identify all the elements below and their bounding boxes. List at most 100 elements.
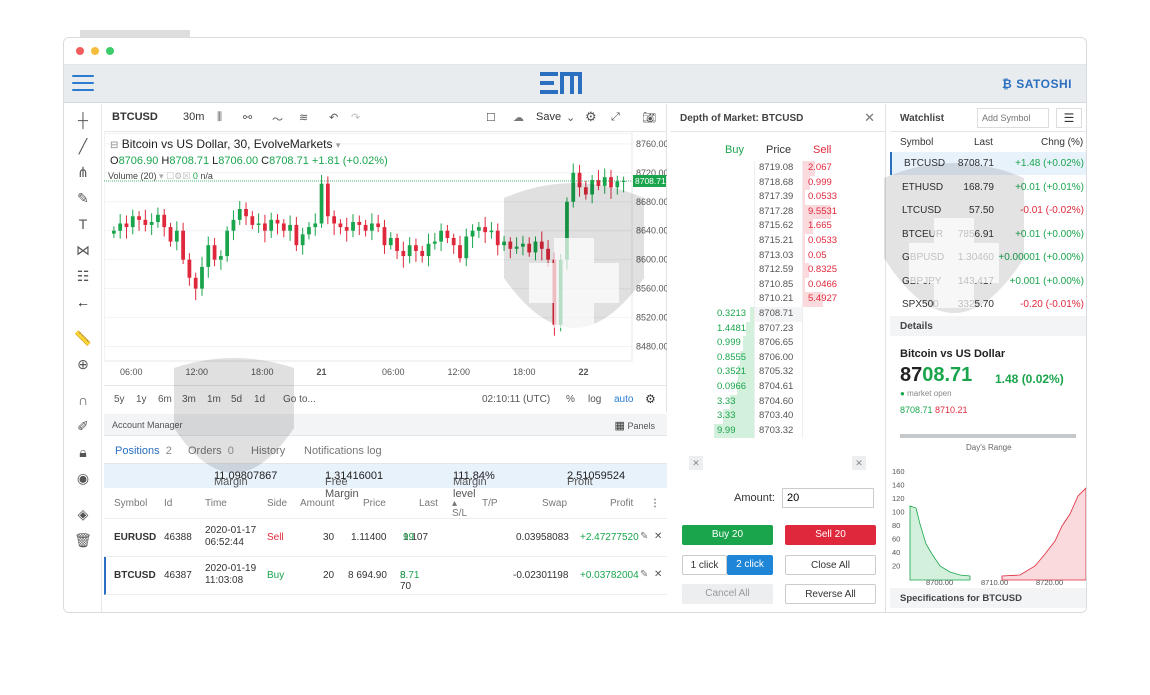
watchlist-item[interactable]: SPX500 3325.70 -0.20 (-0.01%) — [890, 293, 1086, 316]
dom-buy-row[interactable]: 8703.32 9.99 — [670, 423, 886, 439]
watchlist-item[interactable]: ETHUSD 168.79 +0.01 (+0.01%) — [890, 176, 1086, 199]
trash-icon[interactable]: 🗑︎ — [73, 530, 93, 550]
layers-icon[interactable]: ◈ — [73, 504, 93, 524]
fullscreen-square-icon[interactable]: ☐ — [486, 111, 496, 124]
dom-sell-row[interactable]: 8710.21 5.4927 — [670, 292, 886, 307]
table-row[interactable]: EURUSD 46388 2020-01-17 06:52:44 Sell 30… — [104, 519, 667, 557]
interval-selector[interactable]: 30m — [183, 111, 204, 123]
dom-sell-row[interactable]: 8717.39 0.0533 — [670, 190, 886, 205]
collapse-icon[interactable]: ⊟ — [110, 140, 118, 151]
dom-buy-row[interactable]: 8703.40 3.33 — [670, 409, 886, 424]
menu-icon[interactable] — [72, 75, 94, 93]
dom-sell-row[interactable]: 8719.08 2.067 — [670, 161, 886, 176]
brush-icon[interactable]: ✎ — [73, 188, 93, 208]
table-row[interactable]: BTCUSD 46387 2020-01-19 11:03:08 Buy 20 … — [104, 557, 667, 595]
dom-buy-row[interactable]: 8708.71 0.3213 — [670, 307, 886, 322]
symbol-selector[interactable]: BTCUSD — [112, 111, 158, 123]
add-symbol-input[interactable] — [977, 108, 1049, 128]
tab-positions[interactable]: Positions 2 — [115, 445, 172, 466]
maximize-window-dot[interactable] — [106, 47, 114, 55]
percent-toggle[interactable]: % — [566, 394, 575, 405]
close-all-button[interactable]: Close All — [785, 555, 876, 575]
indicators-icon[interactable]: ≋ — [299, 111, 308, 124]
reverse-all-button[interactable]: Reverse All — [785, 584, 876, 604]
dom-sell-row[interactable]: 8717.28 9.5531 — [670, 204, 886, 220]
amount-input[interactable] — [782, 488, 874, 508]
undo-icon[interactable]: ↶ — [329, 111, 338, 124]
lock-icon[interactable]: 🔒︎ — [73, 442, 93, 462]
panels-button[interactable]: ▦ Panels — [615, 419, 655, 432]
close-window-dot[interactable] — [76, 47, 84, 55]
redo-icon[interactable]: ↷ — [351, 111, 360, 124]
dom-buy-row[interactable]: 8705.32 0.3521 — [670, 365, 886, 380]
ruler-icon[interactable]: 📏 — [73, 328, 93, 348]
watchlist-item[interactable]: BTCUSD 8708.71 +1.48 (+0.02%) — [890, 152, 1086, 175]
clear-sells-icon[interactable]: ✕ — [852, 456, 866, 470]
edit-icon[interactable]: ✎ — [640, 531, 648, 542]
close-icon[interactable]: ✕ — [654, 531, 662, 542]
chart-canvas[interactable]: 8760.00 8720.00 8680.00 8640.00 8600.00 8560.… — [103, 132, 669, 385]
clear-buys-icon[interactable]: ✕ — [689, 456, 703, 470]
more-options-icon[interactable]: ⋮ — [650, 498, 660, 509]
dom-sell-row[interactable]: 8713.03 0.05 — [670, 248, 886, 264]
pitchfork-icon[interactable]: ⋔ — [73, 162, 93, 182]
save-button[interactable]: Save — [536, 111, 561, 123]
watchlist-item[interactable]: GBPJPY 143.417 +0.001 (+0.00%) — [890, 270, 1086, 293]
trend-line-icon[interactable]: ╱ — [73, 136, 93, 156]
text-icon[interactable]: T — [73, 214, 93, 234]
eye-icon[interactable]: ◉ — [73, 468, 93, 488]
range-1m[interactable]: 1m — [207, 394, 221, 405]
auto-toggle[interactable]: auto — [614, 394, 633, 405]
dom-buy-row[interactable]: 8704.61 0.0966 — [670, 380, 886, 395]
expand-icon[interactable]: ⤢ — [611, 111, 620, 124]
magnet-icon[interactable]: ∩ — [73, 390, 93, 410]
range-1d[interactable]: 1d — [254, 394, 265, 405]
dom-sell-row[interactable]: 8710.85 0.0466 — [670, 277, 886, 293]
compare-icon[interactable]: ⚯ — [243, 111, 252, 124]
legend-chevron-icon[interactable]: ▾ — [336, 140, 341, 150]
range-3m[interactable]: 3m — [182, 394, 196, 405]
chevron-down-icon[interactable]: ⌄ — [566, 111, 575, 124]
tab-orders[interactable]: Orders 0 — [188, 445, 234, 457]
sell-button[interactable]: Sell 20 — [785, 525, 876, 545]
footer-gear-icon[interactable]: ⚙ — [645, 392, 656, 406]
gear-icon[interactable]: ⚙ — [585, 109, 597, 125]
one-click-toggle[interactable]: 1 click — [682, 555, 727, 575]
dom-buy-row[interactable]: 8704.60 3.33 — [670, 394, 886, 410]
buy-button[interactable]: Buy 20 — [682, 525, 773, 545]
dom-sell-row[interactable]: 8715.62 1.665 — [670, 219, 886, 234]
close-icon[interactable]: ✕ — [654, 569, 662, 580]
dom-buy-row[interactable]: 8706.65 0.999 — [670, 336, 886, 351]
range-1y[interactable]: 1y — [136, 394, 147, 405]
list-menu-icon[interactable]: ☰ — [1056, 108, 1082, 128]
range-6m[interactable]: 6m — [158, 394, 172, 405]
dom-buy-row[interactable]: 8706.00 0.8555 — [670, 350, 886, 366]
tab-history[interactable]: History — [251, 445, 285, 457]
close-icon[interactable]: ✕ — [864, 110, 875, 126]
camera-icon[interactable]: 📷︎ — [642, 111, 656, 124]
cancel-all-button[interactable]: Cancel All — [682, 584, 773, 604]
back-arrow-icon[interactable]: ← — [73, 292, 93, 312]
two-click-toggle[interactable]: 2 click — [727, 555, 773, 575]
watchlist-item[interactable]: GBPUSD 1.30460 +0.00001 (+0.00%) — [890, 246, 1086, 269]
dom-buy-row[interactable]: 8707.23 1.4481 — [670, 321, 886, 337]
tab-notifications-log[interactable]: Notifications log — [304, 445, 382, 457]
candles-icon[interactable]: ⫼ — [217, 111, 222, 124]
log-toggle[interactable]: log — [588, 394, 601, 405]
range-5y[interactable]: 5y — [114, 394, 125, 405]
pattern-icon[interactable]: ⋈ — [73, 240, 93, 260]
volume-chevron-icon[interactable]: ▾ — [159, 171, 164, 181]
watchlist-item[interactable]: LTCUSD 57.50 -0.01 (-0.02%) — [890, 199, 1086, 222]
zoom-in-icon[interactable]: ⊕ — [73, 354, 93, 374]
watchlist-item[interactable]: BTCEUR 7856.91 +0.01 (+0.00%) — [890, 223, 1086, 246]
edit-icon[interactable]: ✎ — [640, 569, 648, 580]
utc-time[interactable]: 02:10:11 (UTC) — [482, 394, 550, 405]
dom-sell-row[interactable]: 8718.68 0.999 — [670, 175, 886, 191]
lock-drawing-icon[interactable]: ✐ — [73, 416, 93, 436]
dom-sell-row[interactable]: 8712.59 0.8325 — [670, 263, 886, 278]
prediction-icon[interactable]: ☷ — [73, 266, 93, 286]
goto-button[interactable]: Go to... — [283, 394, 316, 405]
minimize-window-dot[interactable] — [91, 47, 99, 55]
crosshair-icon[interactable]: ┼ — [73, 110, 93, 130]
volume-settings-icon[interactable]: ☐⚙☒ — [166, 171, 190, 181]
